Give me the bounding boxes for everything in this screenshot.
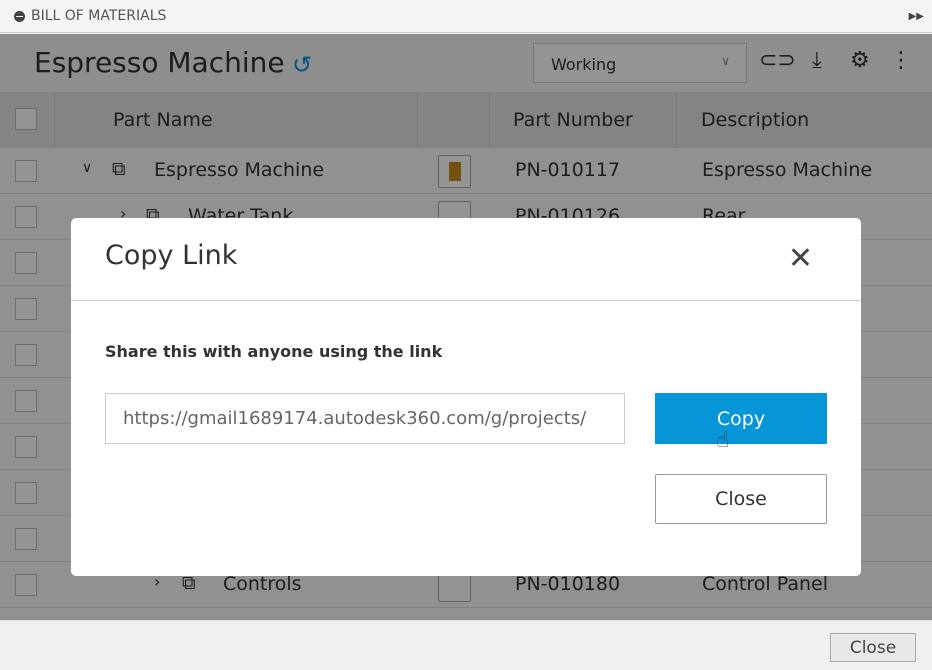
footer: Close [0, 620, 932, 670]
dialog-title: Copy Link [105, 240, 238, 271]
copy-button[interactable]: Copy [655, 393, 827, 444]
panel-header: BILL OF MATERIALS ▶▶ [0, 0, 932, 33]
share-label: Share this with anyone using the link [105, 342, 443, 361]
collapse-icon[interactable] [14, 10, 25, 22]
link-input[interactable] [105, 393, 625, 444]
close-icon[interactable]: ✕ [788, 244, 813, 274]
footer-close-button[interactable]: Close [830, 633, 916, 662]
close-button[interactable]: Close [655, 474, 827, 524]
hand-cursor-icon: ☝ [716, 428, 730, 453]
divider [71, 300, 861, 301]
panel-title: BILL OF MATERIALS [31, 8, 167, 24]
expand-panel-icon[interactable]: ▶▶ [909, 11, 924, 22]
copy-link-dialog: Copy Link ✕ Share this with anyone using… [71, 218, 861, 576]
